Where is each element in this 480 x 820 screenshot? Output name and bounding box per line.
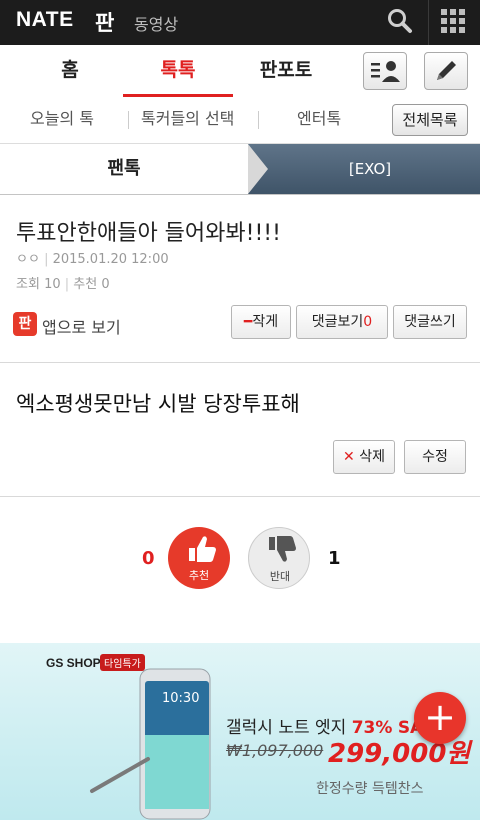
upvote-count: 0: [142, 548, 155, 569]
edit-button[interactable]: 수정: [404, 440, 466, 474]
thumbs-down-icon: [269, 536, 296, 562]
pan-logo[interactable]: 판: [95, 7, 114, 37]
post-meta: ㅇㅇ | 2015.01.20 12:00: [16, 248, 169, 267]
tab-toktok[interactable]: 톡톡: [123, 45, 233, 97]
profile-list-button[interactable]: [363, 52, 407, 90]
breadcrumb-board[interactable]: [EXO]: [310, 144, 430, 194]
ad-limited-text: 한정수량 득템찬스: [316, 781, 424, 797]
tab-home[interactable]: 홈: [20, 45, 120, 97]
x-icon: ✕: [343, 449, 355, 465]
thumbs-up-icon: [189, 536, 216, 562]
stats-divider: |: [64, 277, 74, 292]
video-link[interactable]: 동영상: [134, 11, 178, 35]
recommend-label: 추천: [73, 277, 98, 292]
subnav-talker-choice[interactable]: 톡커들의 선택: [141, 97, 234, 143]
breadcrumb: 팬톡 [EXO]: [0, 144, 480, 195]
delete-button[interactable]: ✕ 삭제: [333, 440, 395, 474]
comments-count: 0: [363, 314, 373, 330]
upvote-label: 추천: [188, 569, 210, 582]
subnav-enter-talk[interactable]: 엔터톡: [297, 97, 341, 143]
downvote-count: 1: [328, 548, 341, 569]
profile-list-icon: [371, 61, 400, 82]
post-stats: 조회 10 | 추천 0: [16, 273, 110, 292]
subnav-divider: [128, 111, 129, 129]
tab-panphoto[interactable]: 판포토: [236, 45, 336, 97]
views-count: 10: [44, 277, 61, 292]
post-body: 엑소평생못만남 시발 당장투표해: [16, 392, 300, 416]
ad-banner[interactable]: GS SHOP 타임특가 10:30 갤럭시 노트 엣지 73% SA ₩1,0…: [0, 643, 480, 820]
upvote-button[interactable]: 추천: [168, 527, 230, 589]
post-date: 2015.01.20 12:00: [52, 252, 169, 267]
search-icon[interactable]: [386, 7, 414, 35]
view-comments-button[interactable]: 댓글보기0: [296, 305, 388, 339]
add-fab-button[interactable]: +: [414, 692, 466, 744]
meta-divider: |: [44, 252, 53, 267]
downvote-button[interactable]: 반대: [248, 527, 310, 589]
section-divider: [0, 496, 480, 497]
subnav-today-talk[interactable]: 오늘의 톡: [30, 97, 94, 143]
views-label: 조회: [16, 277, 40, 292]
grid-menu-icon[interactable]: [440, 8, 466, 34]
phone-image: [90, 668, 211, 820]
subnav-divider: [258, 111, 259, 129]
open-in-app-link[interactable]: 앱으로 보기: [42, 314, 121, 338]
top-bar: NATE 판 동영상: [0, 0, 480, 45]
text-size-button[interactable]: ━작게: [231, 305, 291, 339]
ad-old-price: ₩1,097,000: [226, 741, 324, 760]
top-divider: [428, 0, 429, 45]
write-comment-button[interactable]: 댓글쓰기: [393, 305, 467, 339]
recommend-count: 0: [101, 277, 110, 292]
pan-app-icon[interactable]: 판: [13, 312, 37, 336]
nate-logo[interactable]: NATE: [16, 8, 74, 32]
phone-time: 10:30: [162, 691, 200, 706]
all-list-button[interactable]: 전체목록: [392, 104, 468, 136]
post-author: ㅇㅇ: [16, 252, 40, 267]
downvote-label: 반대: [269, 570, 291, 583]
main-nav: 홈 톡톡 판포토: [0, 45, 480, 98]
post-title: 투표안한애들아 들어와봐!!!!: [16, 221, 281, 246]
section-divider: [0, 362, 480, 363]
write-button[interactable]: [424, 52, 468, 90]
breadcrumb-category[interactable]: 팬톡: [0, 144, 248, 194]
pencil-icon: [437, 61, 456, 80]
